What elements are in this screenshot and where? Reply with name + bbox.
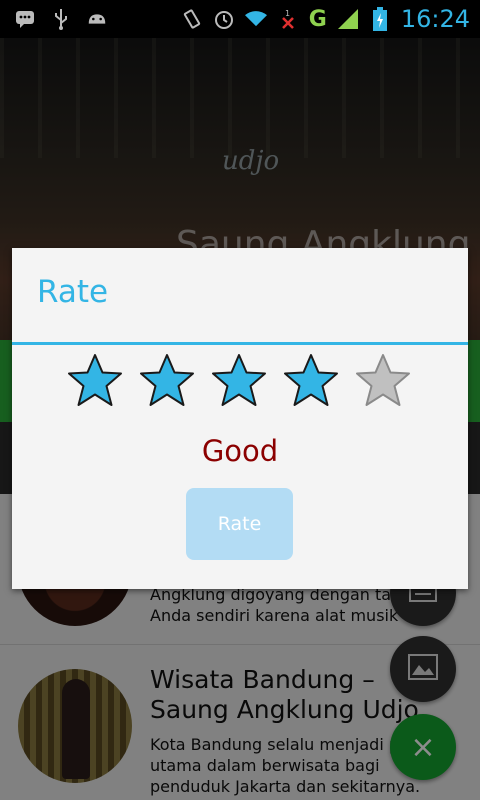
vibrate-icon: [181, 8, 203, 30]
dialog-title: Rate: [37, 274, 109, 310]
no-signal-icon: 1: [277, 8, 299, 30]
star-filled-icon[interactable]: [138, 352, 196, 410]
status-bar: 1 G 16:24: [0, 0, 480, 38]
rate-button[interactable]: Rate: [186, 488, 293, 560]
svg-text:1: 1: [285, 9, 290, 18]
bbm-icon: [14, 8, 36, 30]
network-type: G: [308, 6, 327, 32]
rate-dialog: Rate Good Rate: [12, 248, 468, 589]
rating-label: Good: [201, 434, 279, 468]
battery-icon: [369, 7, 391, 31]
wifi-icon: [244, 8, 267, 30]
star-filled-icon[interactable]: [66, 352, 124, 410]
status-time: 16:24: [400, 5, 470, 33]
star-filled-icon[interactable]: [210, 352, 268, 410]
usb-icon: [50, 8, 72, 30]
star-filled-icon[interactable]: [282, 352, 340, 410]
star-empty-icon[interactable]: [354, 352, 412, 410]
android-icon: [86, 8, 108, 30]
alarm-icon: [213, 8, 235, 30]
star-rating-bar[interactable]: [66, 352, 412, 410]
signal-icon: [337, 8, 359, 30]
dialog-title-divider: [12, 342, 468, 345]
